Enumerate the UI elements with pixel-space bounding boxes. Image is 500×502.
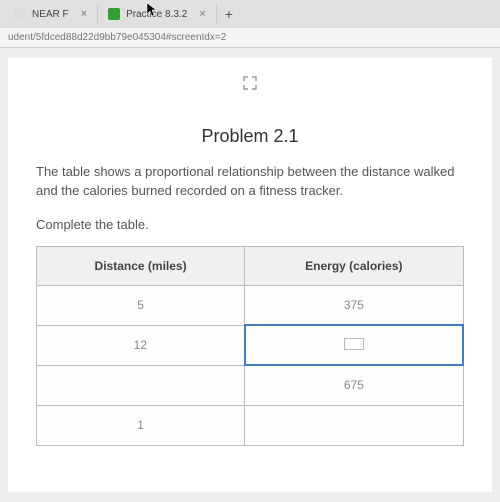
table-header-distance: Distance (miles) xyxy=(37,246,245,285)
content-area: Problem 2.1 The table shows a proportion… xyxy=(0,48,500,502)
problem-instruction: Complete the table. xyxy=(36,217,464,232)
cell-energy[interactable] xyxy=(245,405,463,445)
table-row: 675 xyxy=(37,365,464,405)
table-row: 1 xyxy=(37,405,464,445)
tab-label: Practice 8.3.2 xyxy=(126,9,187,20)
tab-favicon xyxy=(14,8,26,20)
cell-distance[interactable] xyxy=(37,365,245,405)
close-icon[interactable]: × xyxy=(81,8,87,20)
url-bar[interactable]: udent/5fdced88d22d9bb79e045304#screenIdx… xyxy=(0,28,500,48)
browser-tab-bar: NEAR F × Practice 8.3.2 × + xyxy=(0,0,500,28)
cell-energy-active[interactable] xyxy=(245,325,463,365)
tab-label: NEAR F xyxy=(32,9,69,20)
table-row: 5 375 xyxy=(37,285,464,325)
close-icon[interactable]: × xyxy=(199,8,205,20)
input-placeholder-icon xyxy=(344,338,364,350)
problem-description: The table shows a proportional relations… xyxy=(36,163,464,201)
data-table: Distance (miles) Energy (calories) 5 375… xyxy=(36,246,464,446)
new-tab-button[interactable]: + xyxy=(217,6,241,22)
fullscreen-icon[interactable] xyxy=(243,76,257,93)
cell-energy[interactable]: 375 xyxy=(245,285,463,325)
cell-distance[interactable]: 12 xyxy=(37,325,245,365)
cell-distance[interactable]: 5 xyxy=(37,285,245,325)
url-text: udent/5fdced88d22d9bb79e045304#screenIdx… xyxy=(8,32,226,43)
tab-practice[interactable]: Practice 8.3.2 × xyxy=(98,4,217,24)
tab-favicon xyxy=(108,8,120,20)
cell-energy[interactable]: 675 xyxy=(245,365,463,405)
page: Problem 2.1 The table shows a proportion… xyxy=(8,58,492,492)
tab-near[interactable]: NEAR F × xyxy=(4,4,98,24)
problem-title: Problem 2.1 xyxy=(36,126,464,147)
table-row: 12 xyxy=(37,325,464,365)
table-header-energy: Energy (calories) xyxy=(245,246,463,285)
cell-distance[interactable]: 1 xyxy=(37,405,245,445)
